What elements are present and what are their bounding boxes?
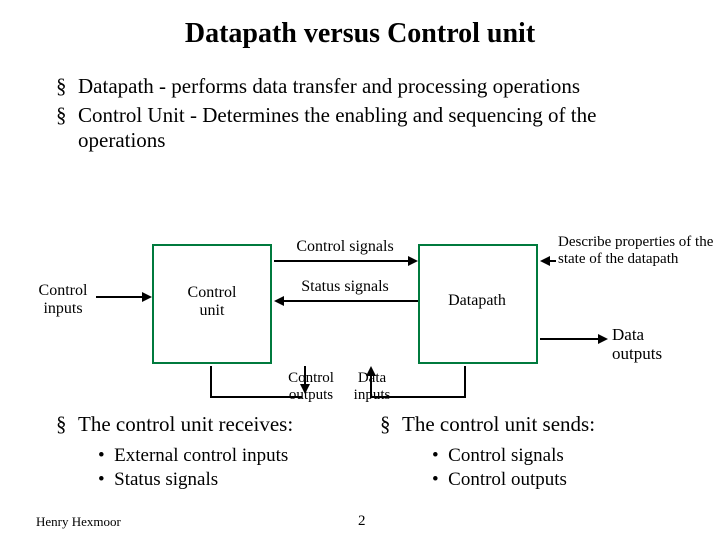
top-bullet-list: § Datapath - performs data transfer and … [56, 74, 680, 154]
label-describe: Describe properties of the state of the … [558, 234, 718, 267]
label-control-inputs: Control inputs [30, 282, 96, 317]
label-control-signals: Control signals [290, 238, 400, 256]
arrow-line [210, 396, 302, 398]
arrow-head-icon [598, 334, 608, 344]
arrow-line [550, 260, 556, 262]
arrow-head-icon [408, 256, 418, 266]
sends-sublist: • Control signals • Control outputs [432, 445, 710, 491]
bullet-item: § Datapath - performs data transfer and … [56, 74, 680, 99]
dot-icon: • [98, 445, 114, 466]
bullet-text: Datapath - performs data transfer and pr… [78, 74, 680, 99]
sub-text: Status signals [114, 469, 218, 490]
sends-heading: The control unit sends: [402, 412, 710, 437]
footer-page-number: 2 [358, 513, 366, 530]
label-datapath: Datapath [432, 292, 522, 310]
label-control-outputs: Control outputs [278, 370, 344, 403]
sub-item: • External control inputs [98, 445, 386, 467]
bullet-text: Control Unit - Determines the enabling a… [78, 103, 680, 153]
arrow-line [284, 300, 418, 302]
label-status-signals: Status signals [290, 278, 400, 296]
bullet-item: § The control unit sends: [380, 412, 710, 437]
bullet-marker-icon: § [380, 412, 402, 437]
arrow-head-icon [300, 384, 310, 394]
bullet-marker-icon: § [56, 74, 78, 99]
block-diagram: Control inputs Control unit Control sign… [0, 238, 720, 398]
label-data-outputs: Data outputs [612, 326, 692, 363]
receives-heading: The control unit receives: [78, 412, 386, 437]
arrow-head-icon [142, 292, 152, 302]
bullet-marker-icon: § [56, 103, 78, 153]
footer-author: Henry Hexmoor [36, 514, 121, 530]
slide-title: Datapath versus Control unit [0, 0, 720, 50]
dot-icon: • [98, 469, 114, 490]
arrow-head-icon [540, 256, 550, 266]
arrow-line [370, 376, 372, 396]
sub-text: External control inputs [114, 445, 288, 466]
arrow-head-icon [366, 366, 376, 376]
bullet-item: § The control unit receives: [56, 412, 386, 437]
receives-block: § The control unit receives: • External … [56, 412, 386, 493]
sub-text: Control outputs [448, 469, 567, 490]
sub-item: • Control signals [432, 445, 710, 467]
arrow-line [370, 396, 464, 398]
bullet-item: § Control Unit - Determines the enabling… [56, 103, 680, 153]
bullet-marker-icon: § [56, 412, 78, 437]
arrow-line [540, 338, 600, 340]
arrow-line [210, 366, 212, 396]
arrow-head-icon [274, 296, 284, 306]
arrow-line [304, 366, 306, 386]
arrow-line [274, 260, 410, 262]
sub-text: Control signals [448, 445, 564, 466]
arrow-line [464, 366, 466, 398]
arrow-line [96, 296, 144, 298]
dot-icon: • [432, 469, 448, 490]
sub-item: • Control outputs [432, 469, 710, 491]
sub-item: • Status signals [98, 469, 386, 491]
sends-block: § The control unit sends: • Control sign… [380, 412, 710, 493]
dot-icon: • [432, 445, 448, 466]
receives-sublist: • External control inputs • Status signa… [98, 445, 386, 491]
label-control-unit: Control unit [174, 284, 250, 319]
